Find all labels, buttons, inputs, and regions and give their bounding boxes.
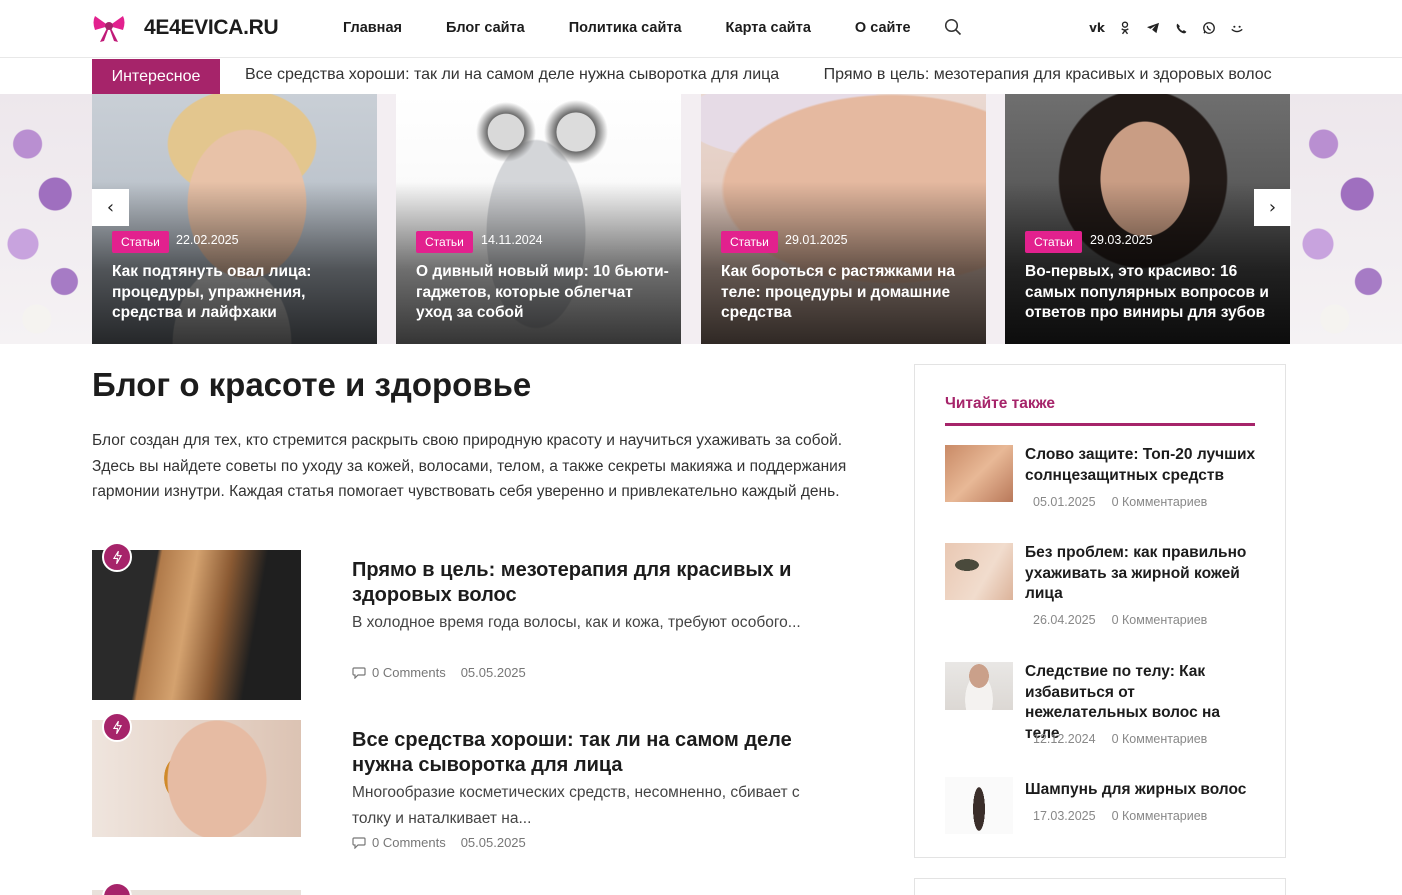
slide-title[interactable]: Во-первых, это красиво: 16 самых популяр… bbox=[1025, 262, 1280, 324]
slider-next-button[interactable]: › bbox=[1254, 189, 1291, 226]
viber-icon[interactable] bbox=[1172, 19, 1190, 37]
post-date: 05.05.2025 bbox=[460, 835, 526, 850]
post-comments[interactable]: 0 Comments bbox=[372, 835, 446, 850]
featured-slider: Статьи 22.02.2025 Как подтянуть овал лиц… bbox=[0, 94, 1402, 344]
ticker-item[interactable]: Прямо в цель: мезотерапия для красивых и… bbox=[824, 66, 1272, 83]
post-meta: 0 Comments 05.05.2025 bbox=[352, 665, 526, 680]
telegram-icon[interactable] bbox=[1144, 19, 1162, 37]
post-title[interactable]: Все средства хороши: так ли на самом дел… bbox=[352, 728, 812, 778]
nav-blog[interactable]: Блог сайта bbox=[446, 20, 525, 36]
article-comments[interactable]: 0 Комментариев bbox=[1112, 613, 1208, 627]
lightning-icon bbox=[102, 882, 132, 895]
smile-icon[interactable] bbox=[1228, 19, 1246, 37]
lilac-decoration-image bbox=[0, 94, 92, 344]
vk-icon[interactable]: vk bbox=[1088, 19, 1106, 37]
post-comments[interactable]: 0 Comments bbox=[372, 665, 446, 680]
category-badge[interactable]: Статьи bbox=[416, 231, 473, 253]
intro-text: Блог создан для тех, кто стремится раскр… bbox=[92, 432, 847, 500]
post-thumbnail[interactable] bbox=[92, 550, 301, 700]
article-title[interactable]: Слово защите: Топ-20 лучших солнцезащитн… bbox=[1025, 445, 1257, 486]
article-comments[interactable]: 0 Комментариев bbox=[1112, 732, 1208, 746]
logo-text: 4E4EVICA.RU bbox=[144, 16, 279, 39]
nav-about[interactable]: О сайте bbox=[855, 20, 911, 36]
nav-policy[interactable]: Политика сайта bbox=[569, 20, 682, 36]
category-badge[interactable]: Статьи bbox=[1025, 231, 1082, 253]
category-badge[interactable]: Статьи bbox=[112, 231, 169, 253]
article-comments[interactable]: 0 Комментариев bbox=[1112, 809, 1208, 823]
article-title[interactable]: Шампунь для жирных волос bbox=[1025, 780, 1257, 801]
slide-title[interactable]: Как бороться с растяжками на теле: проце… bbox=[721, 262, 976, 324]
sidebar-read-also: Читайте также Слово защите: Топ-20 лучши… bbox=[914, 364, 1286, 858]
post-date: 05.05.2025 bbox=[460, 665, 526, 680]
article-date: 12.12.2024 bbox=[1033, 732, 1096, 746]
slide-card[interactable]: Статьи 22.02.2025 Как подтянуть овал лиц… bbox=[92, 94, 377, 344]
news-ticker: Интересное Все средства хороши: так ли н… bbox=[0, 59, 1402, 94]
article-date: 26.04.2025 bbox=[1033, 613, 1096, 627]
social-links: vk bbox=[1088, 19, 1256, 37]
whatsapp-icon[interactable] bbox=[1200, 19, 1218, 37]
odnoklassniki-icon[interactable] bbox=[1116, 19, 1134, 37]
comment-icon bbox=[352, 836, 366, 849]
slide-title[interactable]: Как подтянуть овал лица: процедуры, упра… bbox=[112, 262, 367, 324]
ticker-item[interactable]: Все средства хороши: так ли на самом дел… bbox=[245, 66, 779, 83]
lilac-decoration-image bbox=[1290, 94, 1402, 344]
ticker-track: Все средства хороши: так ли на самом дел… bbox=[245, 66, 1312, 84]
page-title: Блог о красоте и здоровье bbox=[92, 366, 532, 403]
article-thumbnail[interactable] bbox=[945, 543, 1013, 600]
article-thumbnail[interactable] bbox=[945, 662, 1013, 710]
article-date: 05.01.2025 bbox=[1033, 495, 1096, 509]
lightning-icon bbox=[102, 712, 132, 742]
article-title[interactable]: Без проблем: как правильно ухаживать за … bbox=[1025, 543, 1257, 605]
article-meta: 12.12.2024 0 Комментариев bbox=[1033, 732, 1207, 746]
post-card: Прямо в цель: мезотерапия для красивых и… bbox=[92, 542, 812, 700]
slider-prev-button[interactable]: ‹ bbox=[92, 189, 129, 226]
slide-card[interactable]: Статьи 29.01.2025 Как бороться с растяжк… bbox=[701, 94, 986, 344]
post-excerpt: Многообразие косметических средств, несо… bbox=[352, 784, 800, 827]
article-thumbnail[interactable] bbox=[945, 777, 1013, 834]
post-meta: 0 Comments 05.05.2025 bbox=[352, 835, 526, 850]
slide-date: 14.11.2024 bbox=[481, 233, 543, 247]
slide-card[interactable]: Статьи 14.11.2024 О дивный новый мир: 10… bbox=[396, 94, 681, 344]
sidebar-heading: Читайте также bbox=[945, 395, 1255, 426]
slide-date: 22.02.2025 bbox=[176, 233, 239, 247]
comment-icon bbox=[352, 666, 366, 679]
post-card bbox=[92, 882, 812, 895]
post-excerpt: В холодное время года волосы, как и кожа… bbox=[352, 614, 801, 631]
site-logo[interactable]: 4E4EVICA.RU bbox=[92, 12, 279, 44]
article-date: 17.03.2025 bbox=[1033, 809, 1096, 823]
article-meta: 17.03.2025 0 Комментариев bbox=[1033, 809, 1207, 823]
ticker-label: Интересное bbox=[92, 59, 220, 94]
nav-home[interactable]: Главная bbox=[343, 20, 402, 36]
main-nav: Главная Блог сайта Политика сайта Карта … bbox=[343, 20, 955, 36]
slide-date: 29.03.2025 bbox=[1090, 233, 1153, 247]
bow-logo-icon bbox=[93, 16, 125, 42]
article-meta: 05.01.2025 0 Комментариев bbox=[1033, 495, 1207, 509]
article-thumbnail[interactable] bbox=[945, 445, 1013, 502]
search-icon[interactable] bbox=[944, 18, 962, 36]
lightning-icon bbox=[102, 542, 132, 572]
slide-date: 29.01.2025 bbox=[785, 233, 848, 247]
nav-sitemap[interactable]: Карта сайта bbox=[726, 20, 811, 36]
category-badge[interactable]: Статьи bbox=[721, 231, 778, 253]
post-title[interactable]: Прямо в цель: мезотерапия для красивых и… bbox=[352, 558, 812, 608]
slide-title[interactable]: О дивный новый мир: 10 бьюти-гаджетов, к… bbox=[416, 262, 671, 324]
post-card: Все средства хороши: так ли на самом дел… bbox=[92, 712, 812, 850]
article-comments[interactable]: 0 Комментариев bbox=[1112, 495, 1208, 509]
slide-card[interactable]: Статьи 29.03.2025 Во-первых, это красиво… bbox=[1005, 94, 1290, 344]
article-meta: 26.04.2025 0 Комментариев bbox=[1033, 613, 1207, 627]
sidebar-widget bbox=[914, 878, 1286, 895]
site-header: 4E4EVICA.RU Главная Блог сайта Политика … bbox=[0, 0, 1402, 58]
